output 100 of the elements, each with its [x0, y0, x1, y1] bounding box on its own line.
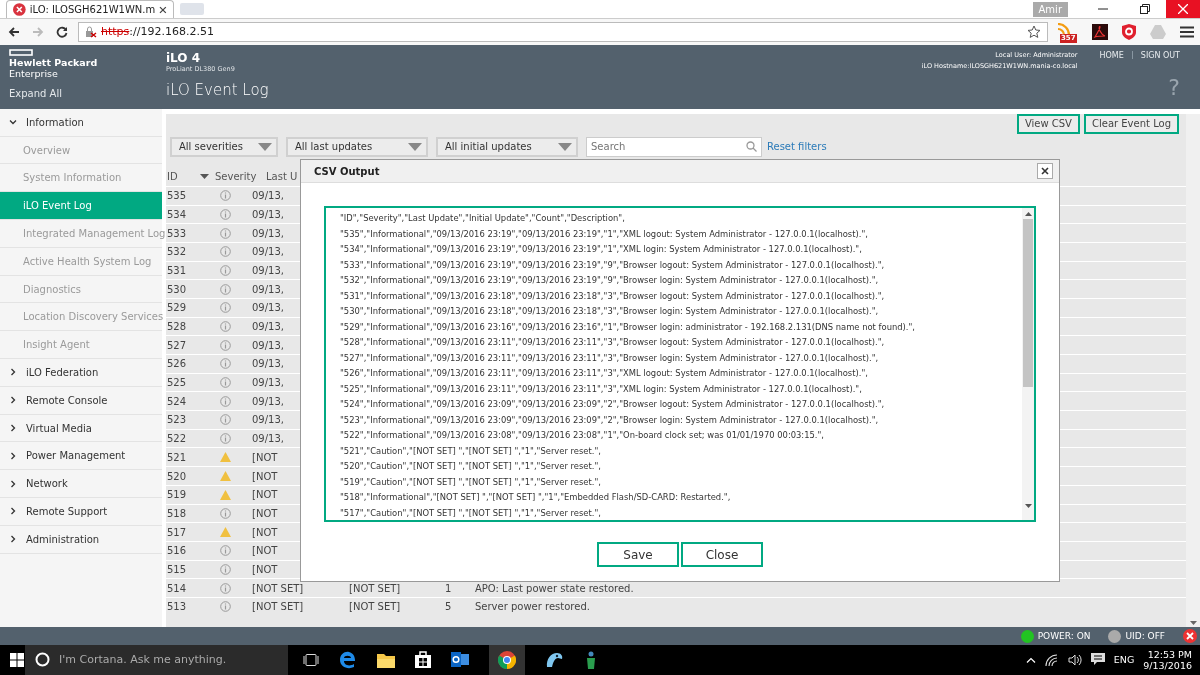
sidebar-item[interactable]: Remote Support: [0, 498, 162, 526]
windows-start-icon[interactable]: [10, 653, 24, 667]
clock-time[interactable]: 12:53 PM: [1147, 649, 1192, 660]
table-cell-text: 525: [166, 377, 188, 389]
table-cell-text: 513: [166, 601, 188, 613]
wifi-icon[interactable]: [1044, 654, 1059, 666]
table-cell-text: 518: [166, 507, 188, 519]
csv-line: "526","Informational","09/13/2016 23:11","09/13/2016 23:11","3","XML logout: System Administrator - 127.0.0.1(localhost).",: [340, 367, 869, 380]
table-cell-text: [NOT SET]: [251, 582, 305, 594]
table-cell-text: 1: [444, 582, 453, 594]
folder-icon[interactable]: [377, 652, 395, 668]
shield-icon[interactable]: [1122, 23, 1136, 40]
uid-status: UID: OFF: [1125, 631, 1165, 641]
cortana-icon: [35, 652, 50, 668]
csv-line: "518","Informational","[NOT SET] ","[NOT SET] ","1","Embedded Flash/SD-CARD: Restarted.",: [340, 491, 732, 504]
toolbar-button[interactable]: View CSV: [1016, 113, 1080, 134]
table-cell-text: 514: [166, 582, 188, 594]
logo-icon: [9, 48, 33, 56]
restore-icon[interactable]: [1140, 4, 1150, 14]
address-bar[interactable]: https://192.168.2.51: [78, 21, 1048, 42]
table-cell-text: 523: [166, 414, 188, 426]
table-cell-text: Server power restored.: [474, 601, 591, 613]
scrollbar-thumb[interactable]: [1023, 219, 1033, 387]
power-led-icon: [1020, 629, 1034, 643]
table-cell-text: 526: [166, 358, 188, 370]
csv-line: "533","Informational","09/13/2016 23:19","09/13/2016 23:19","9","Browser logout: System Administrator - 127.0.0.1(localhost).",: [340, 258, 886, 272]
csv-line: "520","Caution","[NOT SET] ","[NOT SET] ","1","Server reset.",: [340, 460, 602, 473]
table-cell-text: 529: [166, 302, 188, 314]
table-cell-text: 519: [166, 489, 188, 501]
table-cell-text: [NOT: [251, 563, 279, 575]
filter-dropdown[interactable]: All severities: [170, 136, 278, 157]
csv-line: "ID","Severity","Last Update","Initial Update","Count","Description",: [340, 212, 626, 225]
csv-text-area[interactable]: [324, 206, 1036, 522]
table-cell-text: 534: [166, 208, 188, 220]
star-icon[interactable]: [1027, 24, 1041, 39]
close-button[interactable]: [1037, 163, 1053, 179]
reload-icon[interactable]: [56, 25, 68, 38]
scrollbar[interactable]: [1186, 113, 1200, 627]
pdf-icon[interactable]: [1092, 23, 1108, 40]
sort-caret-icon: [200, 174, 209, 180]
header-link[interactable]: SIGN OUT: [1140, 50, 1180, 60]
table-cell-text: [NOT SET]: [251, 601, 305, 613]
browser-tab[interactable]: iLO: ILOSGH621W1WN.m: [6, 0, 174, 18]
product-name: iLO 4: [166, 50, 202, 65]
sidebar-item[interactable]: Network: [0, 470, 162, 498]
column-header[interactable]: Severity: [214, 171, 264, 183]
header-link[interactable]: HOME: [1099, 50, 1124, 60]
sidebar-item[interactable]: Information: [0, 108, 162, 137]
scroll-down-icon[interactable]: [1024, 504, 1032, 508]
clock-date[interactable]: 9/13/2016: [1143, 660, 1192, 671]
mail-app-icon[interactable]: [451, 651, 469, 669]
brand-name: Enterprise: [9, 67, 59, 79]
filter-dropdown[interactable]: All initial updates: [436, 136, 578, 157]
store-icon[interactable]: [415, 651, 431, 669]
table-cell-text: 517: [166, 526, 188, 538]
cortana-search-field[interactable]: I'm Cortana. Ask me anything.: [25, 645, 288, 675]
csv-line: "531","Informational","09/13/2016 23:18","09/13/2016 23:18","3","Browser logout: System Administrator - 127.0.0.1(localhost).",: [340, 289, 886, 303]
dialog-title: CSV Output: [314, 165, 380, 177]
sidebar-item[interactable]: Administration: [0, 525, 162, 554]
caret-icon: [258, 142, 272, 151]
sidebar-item[interactable]: Remote Console: [0, 386, 162, 415]
sidebar-item[interactable]: Power Management: [0, 442, 162, 471]
search-field[interactable]: Search: [586, 136, 762, 157]
brand-name: Hewlett Packard: [9, 56, 99, 68]
csv-line: "524","Informational","09/13/2016 23:09","09/13/2016 23:09","2","Browser logout: System Administrator - 127.0.0.1(localhost).",: [340, 398, 886, 411]
error-icon: [13, 3, 26, 16]
language-indicator[interactable]: ENG: [1113, 654, 1135, 666]
toolbar-button[interactable]: Clear Event Log: [1083, 113, 1179, 134]
column-header[interactable]: ID: [166, 171, 200, 183]
csv-line: "521","Caution","[NOT SET] ","[NOT SET] ","1","Server reset.",: [340, 444, 602, 458]
task-view-icon[interactable]: [303, 654, 319, 666]
close-icon[interactable]: [1183, 629, 1197, 643]
volume-icon[interactable]: [1067, 654, 1082, 666]
chevron-icon: [9, 507, 17, 516]
chrome-browser-icon[interactable]: [498, 651, 516, 669]
reset-filters-link[interactable]: Reset filters: [767, 141, 827, 153]
dialog-button[interactable]: Save: [597, 542, 679, 567]
sidebar-item[interactable]: Virtual Media: [0, 414, 162, 443]
expand-all-link[interactable]: Expand All: [9, 87, 62, 99]
table-cell-text: 535: [166, 190, 188, 202]
csv-line: "532","Informational","09/13/2016 23:19","09/13/2016 23:19","9","Browser login: System Administrator - 127.0.0.1(localhost).",: [340, 274, 880, 287]
table-cell-text: 532: [166, 246, 188, 258]
dialog-button[interactable]: Close: [681, 542, 763, 567]
back-icon[interactable]: [8, 25, 20, 38]
scroll-up-icon[interactable]: [1024, 212, 1032, 216]
chevron-up-icon[interactable]: [1025, 657, 1036, 663]
filter-dropdown[interactable]: All last updates: [286, 136, 428, 157]
notification-icon[interactable]: [1090, 653, 1105, 667]
caret-icon: [558, 142, 572, 151]
sidebar-item[interactable]: iLO Federation: [0, 359, 162, 387]
csv-line: "522","Informational","09/13/2016 23:08","09/13/2016 23:08","1","On-board clock set; was 01/01/1970 00:03:15.",: [340, 429, 826, 442]
menu-icon[interactable]: [1180, 25, 1194, 38]
scroll-down-icon[interactable]: [1189, 621, 1197, 625]
close-icon[interactable]: [159, 5, 167, 14]
csv-line: "527","Informational","09/13/2016 23:11","09/13/2016 23:11","3","Browser login: System Administrator - 127.0.0.1(localhost).",: [340, 351, 880, 365]
chevron-icon: [9, 424, 17, 432]
power-status: POWER: ON: [1037, 631, 1091, 641]
browser-icon[interactable]: [339, 651, 357, 669]
table-cell-text: 533: [166, 227, 188, 239]
table-cell-text: 530: [166, 283, 188, 295]
